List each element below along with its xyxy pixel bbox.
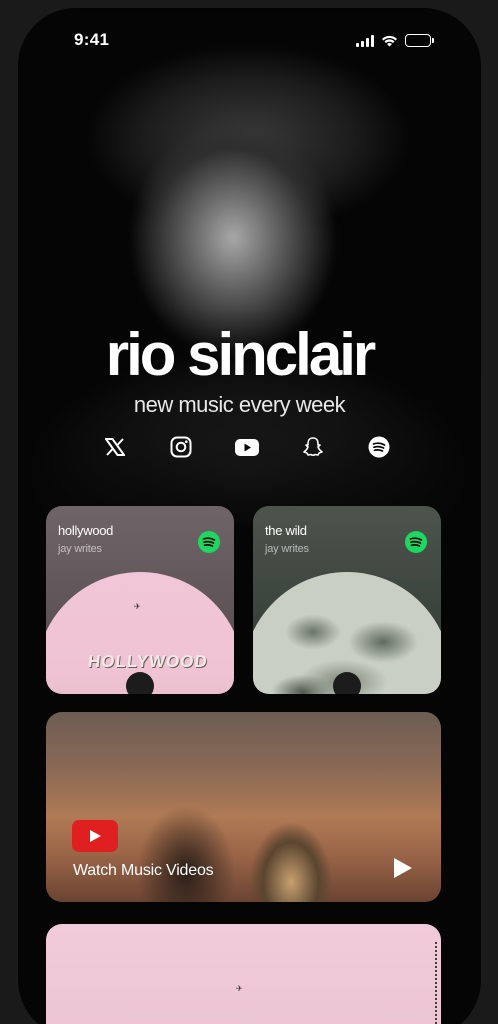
play-icon[interactable] bbox=[393, 857, 413, 879]
vinyl-center-hole bbox=[126, 672, 154, 694]
track-artist: jay writes bbox=[58, 543, 102, 555]
vinyl-record-artwork bbox=[253, 572, 441, 694]
track-artist: jay writes bbox=[265, 543, 309, 555]
cellular-signal-icon bbox=[356, 34, 374, 47]
status-time: 9:41 bbox=[74, 30, 110, 49]
vinyl-center-hole bbox=[333, 672, 361, 694]
vinyl-record-artwork: ✈ HOLLYWOOD bbox=[46, 572, 234, 694]
hollywood-sign: HOLLYWOOD bbox=[87, 652, 209, 671]
spotify-icon[interactable] bbox=[366, 434, 392, 460]
artist-name: rio sinclair bbox=[105, 321, 376, 388]
spotify-icon[interactable] bbox=[198, 531, 220, 553]
instagram-icon[interactable] bbox=[168, 434, 194, 460]
track-card-the-wild[interactable]: the wild jay writes bbox=[253, 506, 441, 694]
track-title: hollywood bbox=[58, 523, 114, 538]
phone-screen: 9:41 rio sinclair new music every week h… bbox=[18, 8, 481, 1024]
x-icon[interactable] bbox=[102, 434, 128, 460]
track-card-partial[interactable]: ✈ bbox=[46, 924, 441, 1024]
snapchat-icon[interactable] bbox=[300, 434, 326, 460]
battery-icon bbox=[405, 34, 434, 47]
artist-tagline: new music every week bbox=[133, 392, 346, 417]
youtube-icon bbox=[72, 820, 118, 852]
radio-tower bbox=[435, 942, 439, 1024]
track-card-hollywood[interactable]: hollywood jay writes ✈ HOLLYWOOD bbox=[46, 506, 234, 694]
video-card-label: Watch Music Videos bbox=[73, 862, 214, 879]
status-bar: 9:41 bbox=[18, 8, 481, 58]
music-videos-card[interactable]: Watch Music Videos bbox=[46, 712, 441, 902]
social-links bbox=[102, 434, 392, 460]
helicopter-icon: ✈ bbox=[236, 984, 243, 993]
youtube-icon[interactable] bbox=[234, 434, 260, 460]
wifi-icon bbox=[382, 35, 397, 46]
helicopter-icon: ✈ bbox=[134, 602, 141, 611]
spotify-icon[interactable] bbox=[405, 531, 427, 553]
track-title: the wild bbox=[265, 523, 307, 538]
